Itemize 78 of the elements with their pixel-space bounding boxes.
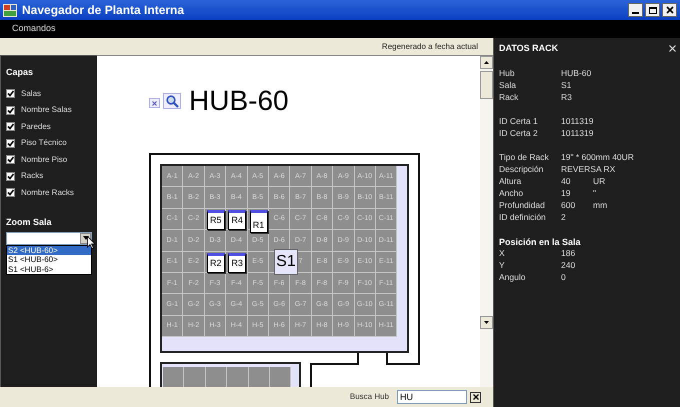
field-unit: UR — [593, 175, 606, 188]
field-value: R3 — [561, 91, 573, 104]
field-value: 2 — [561, 211, 567, 224]
rack[interactable]: R2 — [206, 252, 225, 273]
field-label: Y — [499, 259, 506, 272]
field-label: Descripción — [499, 163, 544, 176]
field-label: Profundidad — [499, 199, 546, 212]
field-value: 19" * 600mm 40UR — [561, 151, 634, 164]
status-text: Regenerado a fecha actual — [382, 40, 478, 52]
layer-checkbox[interactable]: Salas — [6, 88, 97, 100]
menu-item[interactable]: Comandos — [6, 22, 62, 36]
rack[interactable]: R1 — [250, 210, 268, 233]
field-unit: " — [593, 187, 596, 200]
close-button[interactable] — [662, 3, 677, 17]
field-value: 1011319 — [561, 127, 594, 140]
field-unit: mm — [593, 199, 608, 212]
layers-title: Capas — [6, 66, 34, 79]
search-field[interactable]: HU — [397, 390, 467, 404]
minimize-button[interactable] — [628, 3, 643, 17]
rack[interactable]: R5 — [206, 210, 225, 230]
field-value: 40 — [561, 175, 572, 188]
field-value: 186 — [561, 247, 576, 260]
field-value: REVERSA RX — [561, 163, 616, 176]
field-label: Hub — [499, 67, 516, 80]
field-label: Ancho — [499, 187, 524, 200]
check-icon — [7, 189, 14, 196]
layer-checkbox[interactable]: Nombre Racks — [6, 186, 97, 199]
field-value: S1 — [561, 79, 572, 92]
scrollbar-thumb[interactable] — [480, 71, 493, 99]
search-button[interactable] — [163, 93, 181, 109]
field-label: Tipo de Rack — [499, 151, 550, 164]
field-value: 19 — [561, 187, 572, 200]
search-icon — [166, 94, 178, 108]
check-icon — [7, 140, 14, 147]
clear-search-button[interactable] — [470, 392, 481, 402]
field-label: ID Certa 2 — [499, 127, 539, 140]
field-label: Rack — [499, 91, 520, 104]
close-icon — [668, 45, 676, 52]
maximize-button[interactable] — [645, 3, 660, 17]
zoom-title: Zoom Sala — [6, 216, 53, 229]
close-icon — [472, 394, 478, 400]
check-icon — [7, 172, 14, 180]
field-label: X — [499, 247, 506, 260]
window-title: Navegador de Planta Interna — [22, 2, 184, 19]
field-label: Angulo — [499, 271, 526, 284]
layer-checkbox[interactable]: Racks — [6, 170, 97, 182]
layer-checkbox[interactable]: Piso Técnico — [6, 137, 97, 150]
rack[interactable]: R3 — [228, 252, 246, 273]
field-value: 240 — [561, 259, 576, 272]
panel-title: DATOS RACK — [499, 42, 558, 55]
dropdown-option[interactable]: S2 <HUB-60> — [7, 246, 91, 255]
field-label: ID Certa 1 — [499, 115, 539, 128]
check-icon — [7, 106, 14, 114]
room-label[interactable]: S1 — [274, 248, 298, 275]
check-icon — [7, 156, 14, 164]
app-icon — [3, 4, 17, 16]
rack[interactable]: R4 — [228, 210, 246, 230]
close-icon — [666, 6, 674, 14]
vertical-scrollbar[interactable] — [480, 55, 493, 387]
check-icon — [7, 90, 14, 98]
field-label: Altura — [499, 175, 522, 188]
field-value: 600 — [561, 199, 576, 212]
clear-button[interactable] — [149, 98, 160, 108]
down-arrow-icon — [484, 321, 489, 324]
field-label: Sala — [499, 79, 518, 92]
check-icon — [7, 123, 14, 130]
layer-checkbox[interactable]: Paredes — [6, 120, 97, 133]
hub-title: HUB-60 — [189, 87, 289, 115]
search-label: Busca Hub — [350, 391, 389, 403]
field-value: 0 — [561, 271, 567, 284]
up-arrow-icon — [484, 61, 489, 64]
layer-checkbox[interactable]: Nombre Salas — [6, 104, 97, 116]
field-label: ID definición — [499, 211, 547, 224]
close-icon — [152, 100, 157, 106]
field-value: 1011319 — [561, 115, 594, 128]
field-value: HUB-60 — [561, 67, 592, 80]
layer-checkbox[interactable]: Nombre Piso — [6, 154, 97, 166]
section-title: Posición en la Sala — [499, 236, 582, 248]
